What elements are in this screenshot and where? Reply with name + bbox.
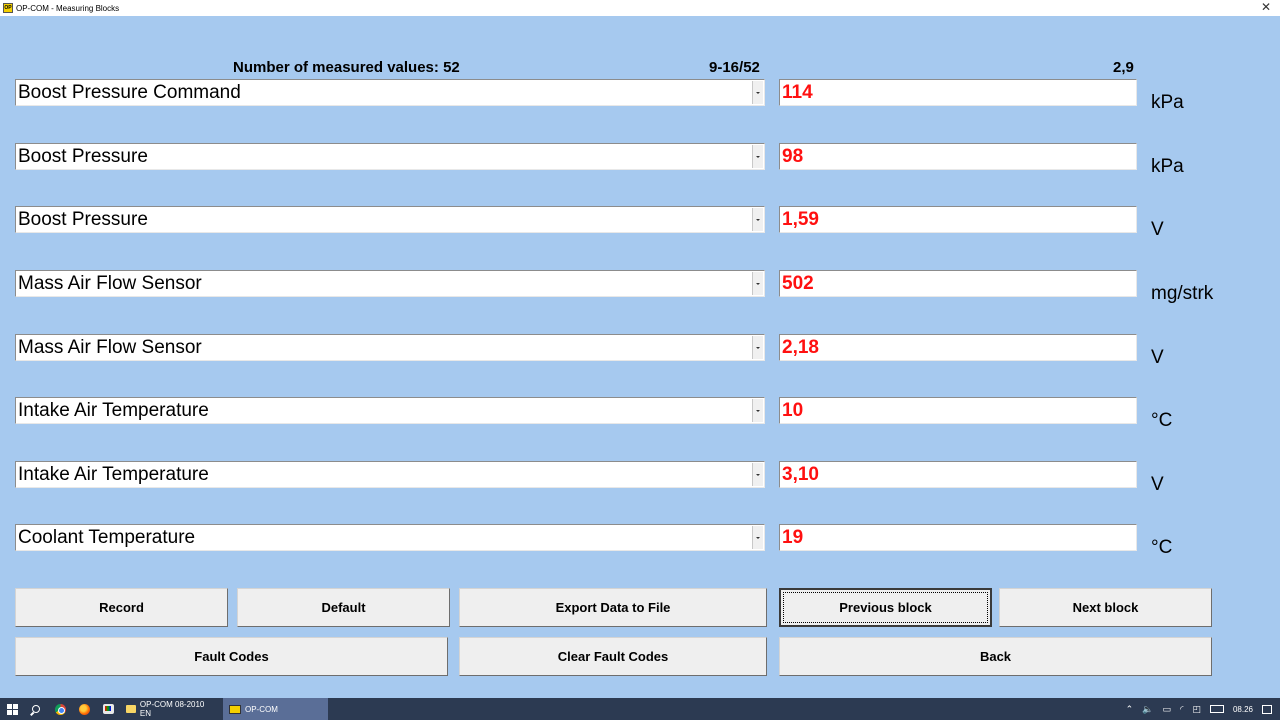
firefox-launcher[interactable] (72, 698, 96, 720)
chevron-up-icon[interactable]: ⌃ (1126, 704, 1134, 715)
unit-label: kPa (1151, 92, 1184, 113)
taskbar-item-label: OP-COM (245, 704, 278, 714)
block-range: 9-16/52 (709, 59, 760, 76)
value-text: 3,10 (782, 464, 819, 485)
measurement-row: Intake Air Temperature 10 °C (0, 397, 1270, 437)
value-text: 114 (782, 82, 813, 103)
keyboard-icon[interactable] (1209, 705, 1224, 713)
battery-icon[interactable]: ▭ (1162, 704, 1171, 715)
parameter-select[interactable]: Intake Air Temperature (15, 461, 765, 488)
back-button[interactable]: Back (779, 637, 1212, 676)
start-button[interactable] (0, 698, 24, 720)
parameter-select[interactable]: Mass Air Flow Sensor (15, 334, 765, 361)
parameter-select[interactable]: Boost Pressure (15, 206, 765, 233)
taskbar-item-opcom[interactable]: OP-COM (223, 698, 328, 720)
search-button[interactable] (24, 698, 48, 720)
measurement-row: Coolant Temperature 19 °C (0, 524, 1270, 564)
unit-label: V (1151, 219, 1164, 240)
taskbar-item-opcom-folder[interactable]: OP-COM 08-2010 EN (120, 698, 223, 720)
value-text: 502 (782, 273, 814, 294)
chevron-down-icon[interactable] (752, 81, 763, 104)
title-bar: OP COM OP-COM - Measuring Blocks ✕ (0, 0, 1280, 16)
value-field: 1,59 (779, 206, 1137, 233)
clear-fault-codes-button[interactable]: Clear Fault Codes (459, 637, 767, 676)
fault-codes-button[interactable]: Fault Codes (15, 637, 448, 676)
parameter-name: Intake Air Temperature (18, 400, 209, 421)
chrome-icon (54, 703, 66, 715)
window-edge (1270, 16, 1280, 698)
notifications-icon[interactable] (1262, 704, 1272, 714)
chevron-down-icon[interactable] (752, 208, 763, 231)
parameter-name: Boost Pressure (18, 146, 148, 167)
parameter-name: Boost Pressure Command (18, 82, 241, 103)
chevron-down-icon[interactable] (752, 272, 763, 295)
unit-label: °C (1151, 410, 1173, 431)
chrome-launcher[interactable] (48, 698, 72, 720)
measured-values-count: Number of measured values: 52 (233, 59, 460, 76)
record-button[interactable]: Record (15, 588, 228, 627)
previous-block-button[interactable]: Previous block (779, 588, 992, 627)
paint-launcher[interactable] (96, 698, 120, 720)
measurement-row: Boost Pressure Command 114 kPa (0, 79, 1270, 119)
camera-icon[interactable]: ◰ (1192, 704, 1201, 715)
chevron-down-icon[interactable] (752, 399, 763, 422)
value-field: 502 (779, 270, 1137, 297)
value-field: 10 (779, 397, 1137, 424)
volume-icon[interactable]: 🔈 (1142, 704, 1153, 715)
app-icon: OP COM (3, 3, 13, 13)
value-text: 19 (782, 527, 804, 548)
value-field: 98 (779, 143, 1137, 170)
taskbar-item-label: OP-COM 08-2010 EN (139, 700, 205, 718)
taskbar: OP-COM 08-2010 EN OP-COM ⌃ 🔈 ▭ ◜ ◰ 08.26 (0, 698, 1280, 720)
value-text: 2,18 (782, 337, 819, 358)
close-icon[interactable]: ✕ (1261, 0, 1271, 16)
parameter-select[interactable]: Boost Pressure Command (15, 79, 765, 106)
value-field: 3,10 (779, 461, 1137, 488)
measurement-row: Intake Air Temperature 3,10 V (0, 461, 1270, 501)
next-block-button[interactable]: Next block (999, 588, 1212, 627)
unit-label: V (1151, 347, 1164, 368)
search-icon (32, 705, 40, 713)
chevron-down-icon[interactable] (752, 463, 763, 486)
measurement-row: Boost Pressure 98 kPa (0, 143, 1270, 183)
parameter-name: Mass Air Flow Sensor (18, 337, 202, 358)
export-data-button[interactable]: Export Data to File (459, 588, 767, 627)
clock[interactable]: 08.26 (1233, 705, 1253, 714)
parameter-select[interactable]: Boost Pressure (15, 143, 765, 170)
parameter-select[interactable]: Intake Air Temperature (15, 397, 765, 424)
measurement-row: Boost Pressure 1,59 V (0, 206, 1270, 246)
default-button[interactable]: Default (237, 588, 450, 627)
parameter-name: Coolant Temperature (18, 527, 196, 548)
unit-label: V (1151, 474, 1164, 495)
value-text: 1,59 (782, 209, 819, 230)
sample-time: 2,9 (1113, 59, 1134, 76)
value-field: 2,18 (779, 334, 1137, 361)
measurement-row: Mass Air Flow Sensor 502 mg/strk (0, 270, 1270, 310)
paint-icon (102, 704, 114, 714)
chevron-down-icon[interactable] (752, 336, 763, 359)
parameter-select[interactable]: Mass Air Flow Sensor (15, 270, 765, 297)
chevron-down-icon[interactable] (752, 145, 763, 168)
value-field: 114 (779, 79, 1137, 106)
windows-logo-icon (6, 703, 18, 715)
measurement-row: Mass Air Flow Sensor 2,18 V (0, 334, 1270, 374)
value-field: 19 (779, 524, 1137, 551)
unit-label: kPa (1151, 156, 1184, 177)
unit-label: mg/strk (1151, 283, 1214, 304)
value-text: 10 (782, 400, 804, 421)
folder-icon (126, 705, 136, 713)
chevron-down-icon[interactable] (752, 526, 763, 549)
parameter-name: Boost Pressure (18, 209, 148, 230)
parameter-name: Intake Air Temperature (18, 464, 209, 485)
parameter-name: Mass Air Flow Sensor (18, 273, 202, 294)
measuring-blocks-panel: Number of measured values: 52 9-16/52 2,… (0, 16, 1270, 698)
opcom-icon (229, 704, 241, 714)
unit-label: °C (1151, 537, 1173, 558)
firefox-icon (78, 703, 90, 715)
window-title: OP-COM - Measuring Blocks (16, 3, 120, 13)
value-text: 98 (782, 146, 804, 167)
system-tray: ⌃ 🔈 ▭ ◜ ◰ 08.26 (1126, 698, 1280, 720)
parameter-select[interactable]: Coolant Temperature (15, 524, 765, 551)
wifi-icon[interactable]: ◜ (1180, 704, 1184, 715)
